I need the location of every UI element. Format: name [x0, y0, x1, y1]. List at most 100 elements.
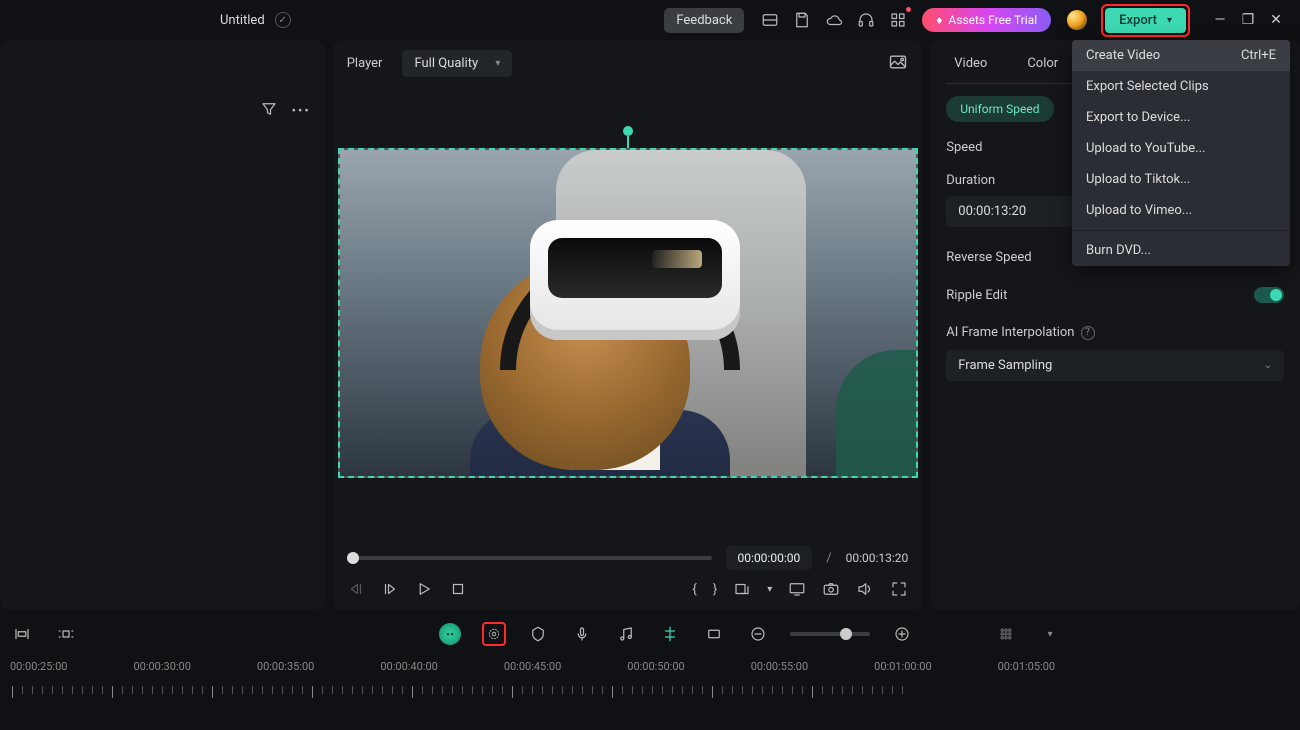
- media-filter-row: •••: [260, 100, 311, 122]
- ripple-edit-toggle[interactable]: [1254, 287, 1284, 303]
- clip-frame[interactable]: [338, 148, 918, 478]
- saved-indicator-icon: ✓: [275, 12, 291, 28]
- close-button[interactable]: ✕: [1262, 6, 1290, 34]
- aspect-icon[interactable]: [733, 580, 751, 598]
- transport-bar: 00:00:00:00 / 00:00:13:20 { } ▾: [333, 538, 923, 610]
- timeline-ticks: [0, 686, 1300, 698]
- track-view-icon[interactable]: [994, 622, 1018, 646]
- ai-button[interactable]: ••: [438, 622, 462, 646]
- assets-label: Assets Free Trial: [948, 13, 1037, 27]
- aspect-chevron-icon[interactable]: ▾: [767, 584, 772, 595]
- zoom-out-icon[interactable]: [746, 622, 770, 646]
- total-duration: 00:00:13:20: [846, 551, 909, 565]
- export-menu: Create Video Ctrl+E Export Selected Clip…: [1072, 40, 1290, 266]
- zoom-slider[interactable]: [790, 632, 870, 636]
- chevron-down-icon: ⌄: [1264, 360, 1272, 371]
- maximize-button[interactable]: ❐: [1234, 6, 1262, 34]
- apps-icon[interactable]: [887, 9, 909, 31]
- timeline-label: 00:00:25:00: [10, 660, 67, 673]
- chevron-down-icon: ▾: [1167, 15, 1172, 26]
- export-selected-clips[interactable]: Export Selected Clips: [1072, 71, 1290, 102]
- ai-frame-label: AI Frame Interpolation: [946, 325, 1074, 340]
- feedback-button[interactable]: Feedback: [664, 8, 744, 33]
- burn-dvd[interactable]: Burn DVD...: [1072, 235, 1290, 266]
- headphones-icon[interactable]: [855, 9, 877, 31]
- marker-icon[interactable]: [526, 622, 550, 646]
- fullscreen-icon[interactable]: [890, 580, 908, 598]
- prev-frame-button: [347, 580, 365, 598]
- camera-icon[interactable]: [822, 580, 840, 598]
- timeline-label: 00:00:40:00: [380, 660, 437, 673]
- menu-label: Export Selected Clips: [1086, 79, 1209, 94]
- menu-label: Export to Device...: [1086, 110, 1190, 125]
- assets-free-trial-button[interactable]: ♦ Assets Free Trial: [922, 8, 1051, 32]
- project-title: Untitled: [220, 13, 265, 28]
- tab-video[interactable]: Video: [954, 56, 987, 71]
- upload-to-youtube[interactable]: Upload to YouTube...: [1072, 133, 1290, 164]
- more-icon[interactable]: •••: [292, 104, 311, 119]
- audio-mixer-icon[interactable]: [614, 622, 638, 646]
- minimize-button[interactable]: —: [1206, 6, 1234, 34]
- frame-sampling-value: Frame Sampling: [958, 358, 1052, 373]
- mark-in-button[interactable]: {: [692, 582, 696, 597]
- orb-icon[interactable]: [1067, 10, 1087, 30]
- export-label: Export: [1119, 13, 1157, 28]
- export-create-video[interactable]: Create Video Ctrl+E: [1072, 40, 1290, 71]
- upload-to-vimeo[interactable]: Upload to Vimeo...: [1072, 195, 1290, 226]
- export-highlight: Export ▾: [1101, 4, 1190, 37]
- timeline-label: 00:01:00:00: [874, 660, 931, 673]
- timeline-label: 00:00:50:00: [627, 660, 684, 673]
- timeline-label: 00:00:55:00: [751, 660, 808, 673]
- menu-label: Upload to Tiktok...: [1086, 172, 1190, 187]
- player-label: Player: [347, 56, 383, 71]
- timeline-ruler[interactable]: 00:00:25:0000:00:30:0000:00:35:0000:00:4…: [0, 660, 1300, 730]
- upload-to-tiktok[interactable]: Upload to Tiktok...: [1072, 164, 1290, 195]
- duration-value: 00:00:13:20: [958, 204, 1026, 219]
- menu-label: Upload to Vimeo...: [1086, 203, 1192, 218]
- titlebar: Untitled ✓ Feedback ♦ Assets Free Trial …: [0, 0, 1300, 40]
- timeline-label: 00:01:05:00: [998, 660, 1055, 673]
- display-icon[interactable]: [788, 580, 806, 598]
- next-frame-button[interactable]: [381, 580, 399, 598]
- tab-color[interactable]: Color: [1027, 56, 1058, 71]
- save-icon[interactable]: [791, 9, 813, 31]
- menu-shortcut: Ctrl+E: [1241, 48, 1276, 63]
- track-view-chevron-icon[interactable]: ▾: [1038, 622, 1062, 646]
- timeline-toolbar: •• ▾: [0, 614, 1300, 654]
- info-icon[interactable]: ?: [1081, 326, 1095, 340]
- menu-label: Create Video: [1086, 48, 1160, 63]
- snapshot-icon[interactable]: [888, 52, 908, 76]
- menu-divider: [1072, 230, 1290, 231]
- volume-icon[interactable]: [856, 580, 874, 598]
- filter-icon[interactable]: [260, 100, 278, 122]
- time-separator: /: [826, 551, 831, 566]
- export-button[interactable]: Export ▾: [1105, 8, 1186, 33]
- media-panel: •••: [0, 40, 325, 610]
- export-to-device[interactable]: Export to Device...: [1072, 102, 1290, 133]
- timeline-labels: 00:00:25:0000:00:30:0000:00:35:0000:00:4…: [0, 660, 1300, 673]
- quality-select[interactable]: Full Quality ▾: [402, 50, 512, 77]
- cloud-icon[interactable]: [823, 9, 845, 31]
- frame-sampling-select[interactable]: Frame Sampling ⌄: [946, 350, 1284, 381]
- rotate-handle[interactable]: [623, 126, 633, 136]
- crop-icon[interactable]: [702, 622, 726, 646]
- fit-icon[interactable]: [54, 622, 78, 646]
- layout-icon[interactable]: [759, 9, 781, 31]
- trim-icon[interactable]: [10, 622, 34, 646]
- timeline-label: 00:00:30:00: [133, 660, 190, 673]
- uniform-speed-chip[interactable]: Uniform Speed: [946, 96, 1053, 122]
- menu-label: Burn DVD...: [1086, 243, 1151, 258]
- preview-viewport[interactable]: [333, 87, 923, 538]
- render-preview-button[interactable]: [482, 622, 506, 646]
- player-header: Player Full Quality ▾: [333, 40, 923, 87]
- zoom-in-icon[interactable]: [890, 622, 914, 646]
- ai-frame-row: AI Frame Interpolation ?: [946, 325, 1284, 340]
- magnetic-icon[interactable]: [658, 622, 682, 646]
- stop-button[interactable]: [449, 580, 467, 598]
- ripple-edit-label: Ripple Edit: [946, 288, 1007, 303]
- seek-slider[interactable]: [347, 556, 712, 560]
- mark-out-button[interactable]: }: [713, 582, 717, 597]
- reverse-speed-label: Reverse Speed: [946, 250, 1031, 265]
- play-button[interactable]: [415, 580, 433, 598]
- voiceover-icon[interactable]: [570, 622, 594, 646]
